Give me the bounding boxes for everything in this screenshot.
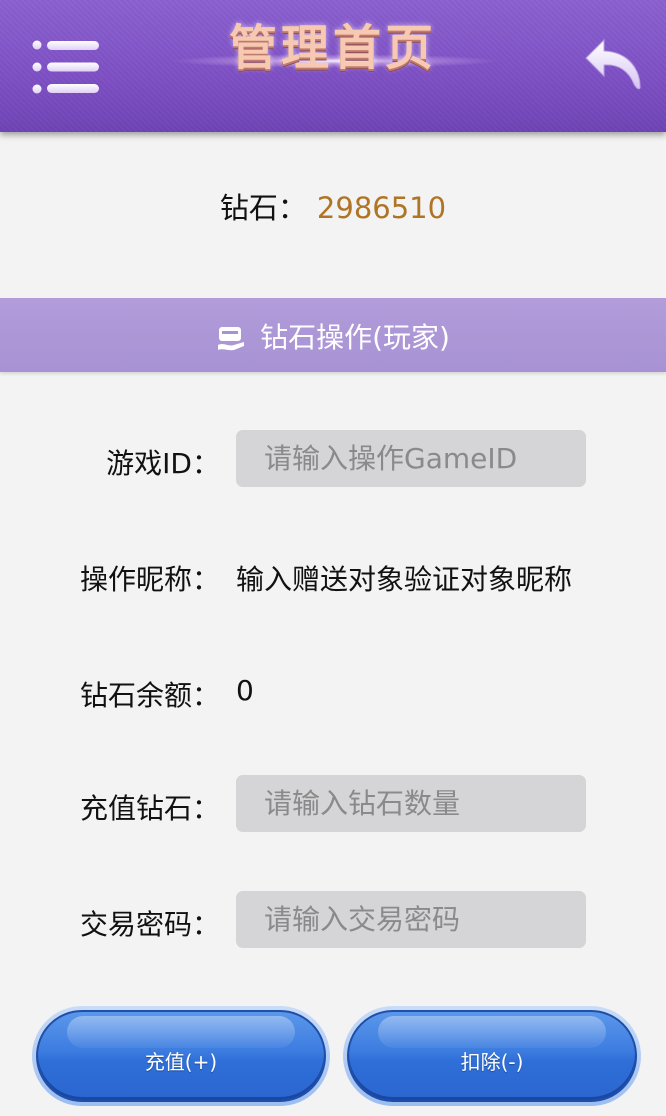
recharge-button[interactable]: 充值(+) bbox=[32, 1006, 330, 1106]
page-title: 管理首页 bbox=[228, 20, 437, 76]
recharge-button-label: 充值(+) bbox=[144, 1050, 218, 1074]
section-header: 钻石操作(玩家) bbox=[0, 298, 666, 372]
trade-password-label: 交易密码： bbox=[79, 908, 220, 941]
diamond-remaining-row: 钻石余额： 0 bbox=[0, 662, 666, 720]
diamond-remaining-label: 钻石余额： bbox=[79, 679, 220, 712]
game-id-label: 游戏ID： bbox=[106, 447, 220, 480]
deduct-button[interactable]: 扣除(-) bbox=[343, 1006, 641, 1106]
back-arrow-icon[interactable] bbox=[584, 38, 642, 92]
top-header: 管理首页 bbox=[0, 0, 666, 132]
section-title: 钻石操作(玩家) bbox=[260, 321, 450, 354]
diamond-remaining-value: 0 bbox=[236, 674, 254, 707]
recharge-diamond-input[interactable] bbox=[236, 775, 586, 832]
trade-password-input[interactable] bbox=[236, 891, 586, 948]
recharge-diamond-row: 充值钻石： bbox=[0, 775, 666, 833]
diamond-balance-value: 2986510 bbox=[316, 191, 447, 225]
nickname-value: 输入赠送对象验证对象昵称 bbox=[236, 563, 573, 596]
recharge-diamond-label: 充值钻石： bbox=[79, 792, 220, 825]
trade-password-row: 交易密码： bbox=[0, 891, 666, 949]
nickname-row: 操作昵称： 输入赠送对象验证对象昵称 bbox=[0, 546, 666, 604]
diamond-balance-display: 钻石： 2986510 bbox=[0, 185, 666, 227]
wallet-icon bbox=[216, 323, 246, 353]
diamond-balance-label: 钻石： bbox=[219, 191, 307, 225]
game-id-row: 游戏ID： bbox=[0, 430, 666, 488]
deduct-button-label: 扣除(-) bbox=[460, 1050, 524, 1074]
game-id-input[interactable] bbox=[236, 430, 586, 487]
nickname-label: 操作昵称： bbox=[79, 563, 220, 596]
